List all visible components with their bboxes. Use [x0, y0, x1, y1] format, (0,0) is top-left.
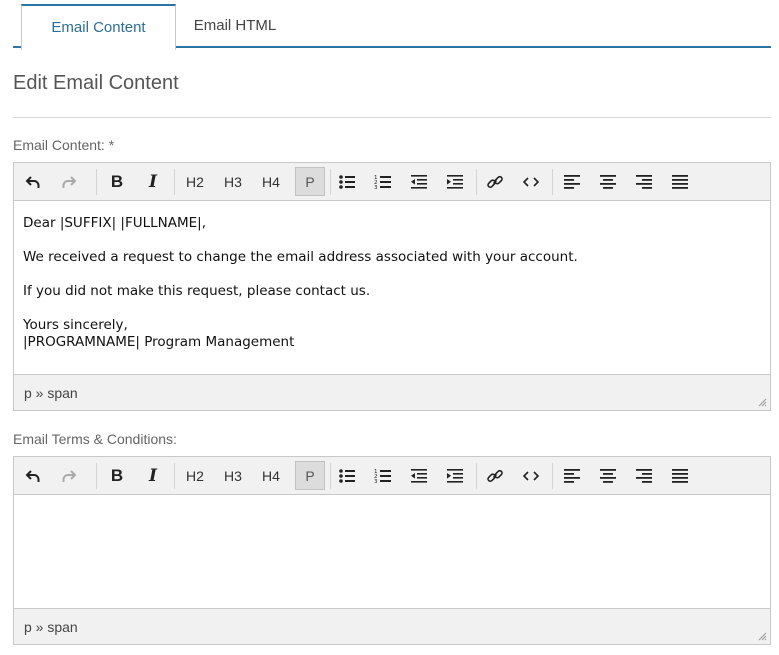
page-title: Edit Email Content [13, 72, 179, 94]
toolbar-separator [552, 169, 553, 195]
email-content-label: Email Content: * [13, 137, 115, 153]
align-left-button[interactable] [557, 167, 587, 196]
italic-button[interactable]: I [138, 461, 168, 490]
toolbar-separator [330, 463, 331, 489]
undo-button[interactable] [18, 167, 48, 196]
outdent-button[interactable] [404, 461, 434, 490]
paragraph-button[interactable]: P [295, 167, 325, 196]
bullet-list-icon [339, 468, 355, 483]
undo-button[interactable] [18, 461, 48, 490]
terms-conditions-editor: B I H2 H3 H4 P 123 p » span [13, 456, 771, 645]
bold-button[interactable]: B [102, 461, 132, 490]
code-icon [522, 470, 540, 481]
align-center-button[interactable] [593, 167, 623, 196]
undo-icon [25, 175, 40, 188]
bold-icon: B [110, 171, 124, 191]
link-icon [487, 175, 503, 188]
align-center-icon [600, 174, 616, 189]
indent-button[interactable] [440, 461, 470, 490]
terms-conditions-label: Email Terms & Conditions: [13, 431, 177, 447]
numbered-list-button[interactable]: 123 [368, 461, 398, 490]
link-button[interactable] [480, 167, 510, 196]
bold-icon: B [110, 465, 124, 485]
numbered-list-icon: 123 [374, 175, 391, 191]
undo-icon [25, 469, 40, 482]
code-button[interactable] [516, 461, 546, 490]
align-right-icon [636, 468, 652, 483]
h3-button[interactable]: H3 [218, 167, 248, 196]
italic-icon: I [149, 171, 157, 192]
redo-icon [62, 175, 77, 188]
outdent-button[interactable] [404, 167, 434, 196]
align-left-button[interactable] [557, 461, 587, 490]
bold-button[interactable]: B [102, 167, 132, 196]
indent-icon [447, 468, 463, 483]
svg-text:3: 3 [374, 479, 378, 485]
resize-handle-icon[interactable] [758, 398, 767, 407]
outdent-icon [411, 174, 427, 189]
toolbar-separator [174, 463, 175, 489]
tab-bar: Email Content Email HTML [13, 0, 771, 50]
paragraph: If you did not make this request, please… [23, 283, 371, 299]
link-button[interactable] [480, 461, 510, 490]
toolbar-separator [96, 169, 97, 195]
h3-button[interactable]: H3 [218, 461, 248, 490]
paragraph-button[interactable]: P [295, 461, 325, 490]
align-right-icon [636, 174, 652, 189]
redo-button[interactable] [54, 167, 84, 196]
numbered-list-icon: 123 [374, 469, 391, 485]
align-justify-icon [672, 174, 688, 189]
h2-button[interactable]: H2 [180, 167, 210, 196]
align-justify-button[interactable] [665, 167, 695, 196]
toolbar-separator [174, 169, 175, 195]
bullet-list-icon [339, 174, 355, 189]
tab-email-html[interactable]: Email HTML [185, 4, 285, 48]
align-right-button[interactable] [629, 167, 659, 196]
element-path[interactable]: p » span [24, 619, 78, 635]
resize-handle-icon[interactable] [758, 632, 767, 641]
paragraph: Yours sincerely, |PROGRAMNAME| Program M… [23, 317, 295, 350]
paragraph: We received a request to change the emai… [23, 249, 578, 265]
h4-button[interactable]: H4 [256, 461, 286, 490]
email-content-editor: B I H2 H3 H4 P 123 Dear |SUFFIX| |FULLNA… [13, 162, 771, 411]
code-icon [522, 176, 540, 187]
toolbar-separator [96, 463, 97, 489]
toolbar-separator [330, 169, 331, 195]
h2-button[interactable]: H2 [180, 461, 210, 490]
toolbar-separator [476, 463, 477, 489]
editor-toolbar: B I H2 H3 H4 P 123 [14, 163, 770, 201]
align-left-icon [564, 468, 580, 483]
align-left-icon [564, 174, 580, 189]
bullet-list-button[interactable] [332, 167, 362, 196]
email-content-body[interactable]: Dear |SUFFIX| |FULLNAME|, We received a … [14, 201, 770, 351]
align-right-button[interactable] [629, 461, 659, 490]
align-center-icon [600, 468, 616, 483]
code-button[interactable] [516, 167, 546, 196]
toolbar-separator [552, 463, 553, 489]
redo-icon [62, 469, 77, 482]
toolbar-separator [476, 169, 477, 195]
element-path-statusbar: p » span [14, 608, 770, 644]
redo-button[interactable] [54, 461, 84, 490]
editor-toolbar: B I H2 H3 H4 P 123 [14, 457, 770, 495]
indent-icon [447, 174, 463, 189]
svg-text:3: 3 [374, 185, 378, 191]
tab-email-content[interactable]: Email Content [21, 4, 176, 50]
bullet-list-button[interactable] [332, 461, 362, 490]
element-path[interactable]: p » span [24, 385, 78, 401]
paragraph: Dear |SUFFIX| |FULLNAME|, [23, 215, 207, 231]
divider [13, 117, 771, 118]
align-justify-button[interactable] [665, 461, 695, 490]
outdent-icon [411, 468, 427, 483]
align-justify-icon [672, 468, 688, 483]
align-center-button[interactable] [593, 461, 623, 490]
link-icon [487, 469, 503, 482]
numbered-list-button[interactable]: 123 [368, 167, 398, 196]
element-path-statusbar: p » span [14, 374, 770, 410]
italic-icon: I [149, 465, 157, 486]
indent-button[interactable] [440, 167, 470, 196]
h4-button[interactable]: H4 [256, 167, 286, 196]
terms-conditions-body[interactable] [14, 495, 770, 608]
italic-button[interactable]: I [138, 167, 168, 196]
